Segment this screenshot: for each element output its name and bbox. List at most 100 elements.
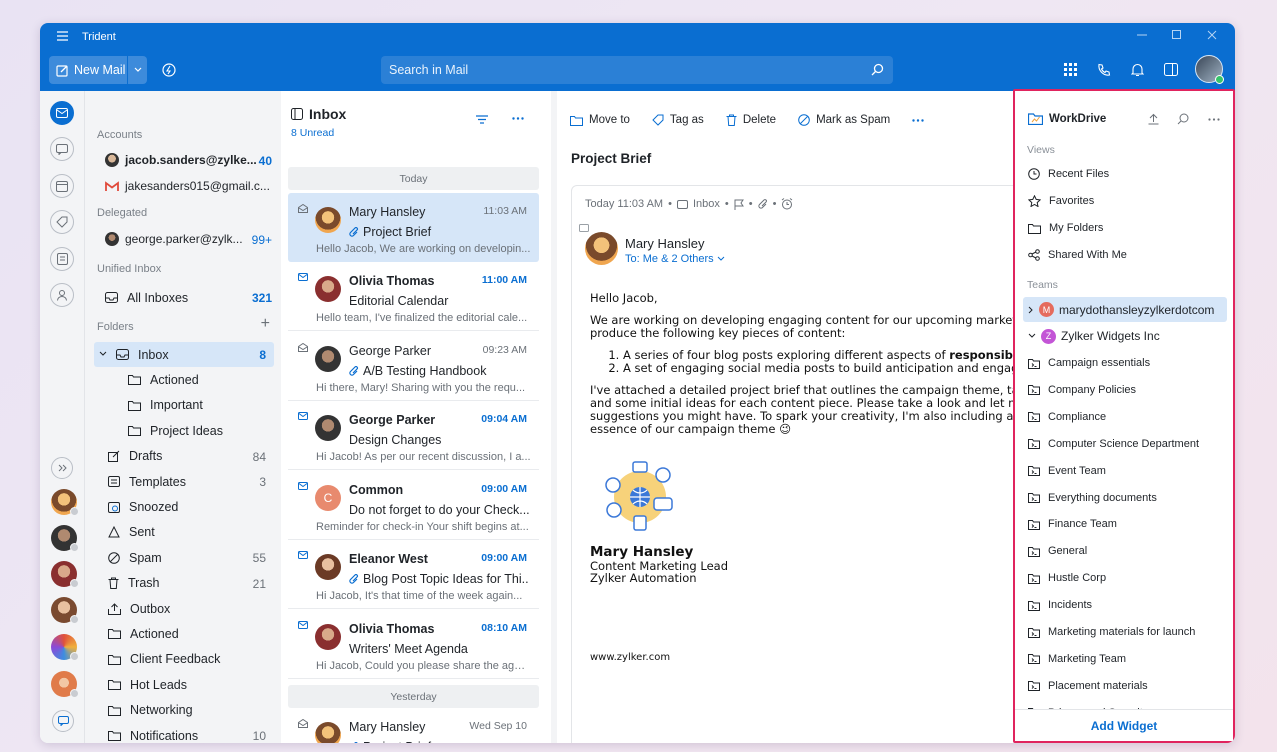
team-folder-item[interactable]: Campaign essentials [1028,352,1228,374]
more-actions-icon[interactable] [912,118,924,122]
team-folder-item[interactable]: Placement materials [1028,675,1228,697]
team-folder-item[interactable]: Everything documents [1028,487,1228,509]
message-item[interactable]: George Parker 09:04 AM Design Changes Hi… [288,401,539,470]
mail-app-button[interactable] [50,101,74,125]
contact-avatar[interactable] [51,525,79,552]
team-folder-item[interactable]: Company Policies [1028,379,1228,401]
search-icon[interactable] [871,63,884,76]
folder-item[interactable]: Trash 21 [94,571,274,596]
chat-app-button[interactable] [50,137,74,161]
message-item[interactable]: Eleanor West 09:00 AM Blog Post Topic Id… [288,540,539,609]
notification-bell-icon[interactable] [1131,63,1144,77]
hamburger-menu-icon[interactable] [56,30,69,42]
mark-spam-button[interactable]: Mark as Spam [798,114,890,126]
search-icon[interactable] [1177,113,1189,125]
new-mail-dropdown[interactable] [127,56,147,84]
add-folder-icon[interactable]: + [261,315,270,333]
delete-button[interactable]: Delete [726,114,776,126]
team-folder-item[interactable]: Marketing materials for launch [1028,621,1228,643]
unread-mail-icon[interactable] [298,482,308,490]
message-item[interactable]: Mary Hansley Wed Sep 10 Project Brief [288,708,539,743]
contact-avatar[interactable] [51,634,79,661]
maximize-icon[interactable] [1172,30,1182,40]
drive-view-item[interactable]: Shared With Me [1028,244,1228,266]
unread-mail-icon[interactable] [298,551,308,559]
message-item[interactable]: C Common 09:00 AM Do not forget to do yo… [288,471,539,540]
close-icon[interactable] [1207,30,1217,40]
filter-icon[interactable] [476,115,488,124]
tasks-app-button[interactable] [50,210,74,234]
read-mail-icon[interactable] [298,204,308,213]
unread-mail-icon[interactable] [298,273,308,281]
more-options-icon[interactable] [1208,118,1220,121]
team-folder-item[interactable]: Event Team [1028,460,1228,482]
unread-mail-icon[interactable] [298,621,308,629]
message-item[interactable]: Olivia Thomas 08:10 AM Writers' Meet Age… [288,610,539,679]
drive-view-item[interactable]: Favorites [1028,190,1228,212]
collapse-pane-icon[interactable] [291,108,303,120]
team-folder-item[interactable]: Compliance [1028,406,1228,428]
move-to-button[interactable]: Move to [570,114,630,126]
folder-item[interactable]: Outbox [94,596,274,621]
attachment-icon[interactable] [758,198,768,210]
contact-avatar[interactable] [51,597,79,624]
folder-item[interactable]: Sent [94,520,274,545]
account-item[interactable]: jacob.sanders@zylke... [105,153,257,167]
team-folder-item[interactable]: Incidents [1028,594,1228,616]
upload-icon[interactable] [1148,113,1159,125]
folder-item[interactable]: Hot Leads [94,672,274,697]
drive-view-item[interactable]: Recent Files [1028,163,1228,185]
minimize-icon[interactable] [1137,30,1147,40]
recipients[interactable]: To: Me & 2 Others [625,253,725,265]
contacts-app-button[interactable] [50,283,74,307]
folder-item[interactable]: Important [94,393,274,418]
team-folder-item[interactable]: Marketing Team [1028,648,1228,670]
phone-icon[interactable] [1097,63,1111,77]
chevron-down-icon[interactable] [99,351,107,357]
team-item[interactable]: Z Zylker Widgets Inc [1028,325,1228,347]
team-folder-item[interactable]: Hustle Corp [1028,567,1228,589]
all-inboxes-item[interactable]: All Inboxes [105,285,265,310]
folder-item[interactable]: Networking [94,698,274,723]
reminder-alarm-icon[interactable] [781,198,793,210]
drive-view-item[interactable]: My Folders [1028,217,1228,239]
search-bar[interactable]: Search in Mail [381,56,893,84]
sender-name[interactable]: Mary Hansley [625,236,704,251]
chat-bubble-button[interactable] [52,710,74,732]
folder-item[interactable]: Actioned [94,621,274,646]
flag-icon[interactable] [734,199,744,210]
read-mail-icon[interactable] [298,719,308,728]
account-item[interactable]: jakesanders015@gmail.c... [105,179,270,193]
tag-as-button[interactable]: Tag as [652,114,704,126]
unread-mail-icon[interactable] [298,412,308,420]
calendar-app-button[interactable] [50,174,74,198]
folder-item[interactable]: Project Ideas [94,418,274,443]
side-panel-icon[interactable] [1164,63,1178,76]
folder-item[interactable]: Templates 3 [94,469,274,494]
folder-item[interactable]: Inbox 8 [94,342,274,367]
folder-item[interactable]: Spam 55 [94,545,274,570]
chevron-right-icon[interactable] [1028,306,1034,314]
contact-avatar[interactable] [51,489,79,516]
expand-rail-button[interactable] [51,457,73,479]
team-folder-item[interactable]: Finance Team [1028,513,1228,535]
team-folder-item[interactable]: General [1028,540,1228,562]
chevron-down-icon[interactable] [1028,333,1036,339]
add-widget-button[interactable]: Add Widget [1015,709,1233,741]
search-input[interactable]: Search in Mail [389,63,468,77]
notes-app-button[interactable] [50,247,74,271]
message-item[interactable]: Olivia Thomas 11:00 AM Editorial Calenda… [288,262,539,331]
message-item[interactable]: George Parker 09:23 AM A/B Testing Handb… [288,332,539,401]
contact-avatar[interactable] [51,561,79,588]
folder-item[interactable]: Notifications 10 [94,723,274,743]
quick-actions-icon[interactable] [162,63,176,77]
user-avatar[interactable] [1195,55,1224,84]
apps-grid-icon[interactable] [1064,63,1077,76]
read-mail-icon[interactable] [298,343,308,352]
team-folder-item[interactable]: Computer Science Department [1028,433,1228,455]
more-options-icon[interactable] [512,117,524,120]
folder-item[interactable]: Drafts 84 [94,444,274,469]
folder-item[interactable]: Actioned [94,367,274,392]
website-link[interactable]: www.zylker.com [590,652,670,663]
message-item[interactable]: Mary Hansley 11:03 AM Project Brief Hell… [288,193,539,262]
